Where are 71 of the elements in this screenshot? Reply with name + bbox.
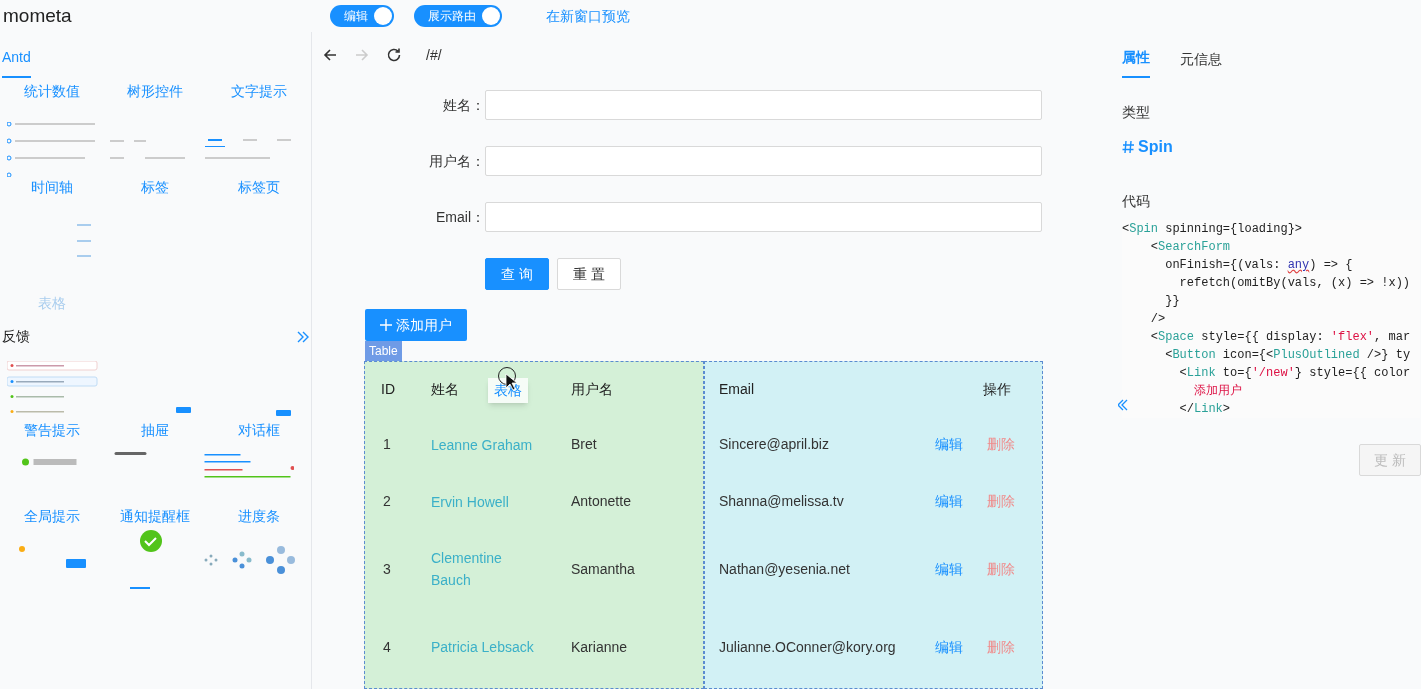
double-chevron-right-icon[interactable] — [297, 330, 309, 343]
delete-link[interactable]: 删除 — [987, 434, 1015, 455]
field-label: Email： — [435, 207, 485, 227]
name-link[interactable]: Leanne Graham — [431, 433, 533, 456]
column-header: Email — [718, 379, 754, 399]
table-cell-text: Shanna@melissa.tv — [718, 492, 844, 511]
table-preview-drawing — [77, 224, 91, 257]
table-cell-text: 1 — [382, 435, 391, 454]
preview-link[interactable]: 在新窗口预览 — [546, 5, 630, 27]
component-item[interactable]: 进度条 — [238, 505, 281, 527]
column-header: 操作 — [983, 379, 1011, 399]
component-item[interactable]: 统计数值 — [23, 80, 80, 102]
text-input[interactable] — [485, 90, 1042, 120]
panel-tab[interactable]: 元信息 — [1180, 49, 1222, 78]
name-link[interactable]: Patricia Lebsack — [431, 636, 534, 658]
reload-icon[interactable] — [386, 47, 402, 63]
table-cell-text: Bret — [571, 435, 597, 454]
toggle-switch[interactable]: 展示路由 — [414, 5, 502, 27]
edit-link[interactable]: 编辑 — [935, 434, 963, 455]
component-item[interactable]: 通知提醒框 — [120, 505, 191, 527]
section-title: 反馈 — [2, 327, 30, 346]
panel-tab[interactable]: Antd — [2, 47, 31, 78]
form-button[interactable]: 查 询 — [485, 258, 549, 290]
text-input[interactable] — [485, 202, 1042, 232]
field-label: 用户名： — [428, 151, 485, 171]
component-item[interactable]: 全局提示 — [23, 505, 80, 527]
plus-icon — [380, 319, 392, 331]
table-cell-text: 2 — [382, 492, 391, 511]
table-cell-text: Julianne.OConner@kory.org — [718, 637, 896, 657]
table-cell-text: 4 — [382, 637, 391, 657]
component-item[interactable]: 对话框 — [238, 419, 281, 441]
component-item[interactable]: 抽屉 — [141, 419, 170, 441]
delete-link[interactable]: 删除 — [987, 491, 1015, 512]
table-cell-text: 3 — [382, 559, 391, 579]
column-header: 姓名 — [431, 379, 459, 399]
double-chevron-left-icon[interactable] — [1118, 399, 1128, 411]
delete-link[interactable]: 删除 — [987, 636, 1015, 658]
component-item[interactable]: 标签 — [141, 176, 170, 198]
url-path: /#/ — [426, 45, 442, 65]
section-label: 代码 — [1122, 192, 1151, 211]
field-label: 姓名： — [442, 95, 485, 115]
column-header: ID — [380, 379, 395, 399]
component-item[interactable]: 警告提示 — [23, 419, 80, 441]
table-cell-text: Sincere@april.biz — [718, 435, 829, 454]
toggle-switch[interactable]: 编辑 — [330, 5, 394, 27]
app-logo: mometa — [2, 3, 73, 28]
component-type: Spin — [1138, 137, 1173, 157]
component-item[interactable]: 标签页 — [238, 176, 281, 198]
text-input[interactable] — [485, 146, 1042, 176]
table-cell-text: Karianne — [571, 637, 628, 657]
form-button[interactable]: 重 置 — [557, 258, 621, 290]
table-cell-text: Antonette — [571, 492, 631, 511]
component-item[interactable]: 文字提示 — [231, 80, 288, 102]
table-cell-text: Samantha — [571, 559, 635, 579]
table-cell-text: Nathan@yesenia.net — [718, 559, 850, 579]
component-item[interactable]: 表格 — [37, 292, 66, 314]
component-item[interactable]: 时间轴 — [30, 176, 73, 198]
name-link[interactable]: Clementine Bauch — [431, 547, 541, 591]
column-header: 用户名 — [571, 379, 613, 399]
component-item[interactable]: 树形控件 — [127, 80, 184, 102]
edit-link[interactable]: 编辑 — [935, 558, 963, 580]
delete-link[interactable]: 删除 — [987, 558, 1015, 580]
add-user-button[interactable]: 添加用户 — [365, 309, 467, 341]
panel-tab[interactable]: 属性 — [1122, 47, 1150, 78]
section-label: 类型 — [1122, 103, 1151, 122]
back-arrow-icon[interactable] — [322, 47, 338, 63]
table-tag: Table — [365, 341, 402, 361]
edit-link[interactable]: 编辑 — [935, 636, 963, 658]
edit-link[interactable]: 编辑 — [935, 491, 963, 512]
name-link[interactable]: Ervin Howell — [431, 490, 509, 513]
hash-icon — [1122, 140, 1134, 154]
